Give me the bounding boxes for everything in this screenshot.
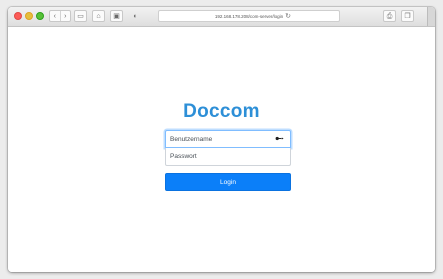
- back-button[interactable]: ‹: [50, 11, 60, 21]
- forward-button[interactable]: ›: [59, 11, 71, 21]
- extension-button[interactable]: ▣: [110, 10, 123, 22]
- home-icon: ⌂: [96, 12, 101, 20]
- reload-icon[interactable]: ↻: [285, 12, 291, 20]
- home-button[interactable]: ⌂: [92, 10, 105, 22]
- tab-overview-button[interactable]: ❐: [401, 10, 414, 22]
- back-forward-buttons: ‹ ›: [49, 10, 71, 22]
- address-bar[interactable]: 192.168.178.208/com-server/login ↻: [158, 10, 340, 22]
- url-text: 192.168.178.208/com-server/login: [214, 13, 284, 19]
- login-button[interactable]: Login: [165, 173, 291, 191]
- password-manager-icon: [275, 136, 284, 141]
- username-placeholder: Benutzername: [170, 135, 213, 143]
- password-placeholder: Passwort: [170, 153, 197, 160]
- toolbar-resize-handle[interactable]: [427, 7, 435, 26]
- login-page: Doccom Benutzername Passwort Login: [8, 27, 435, 272]
- share-button[interactable]: ⎙: [383, 10, 396, 22]
- close-window-button[interactable]: [14, 12, 22, 20]
- minimize-window-button[interactable]: [25, 12, 33, 20]
- chevron-right-icon: ›: [64, 12, 67, 20]
- username-field[interactable]: Benutzername: [165, 130, 291, 148]
- extension-icon: ▣: [113, 12, 120, 20]
- password-field[interactable]: Passwort: [165, 148, 291, 166]
- sidebar-button[interactable]: ▭: [74, 10, 87, 22]
- sidebar-icon: ▭: [77, 12, 84, 20]
- tabs-icon: ❐: [404, 12, 411, 20]
- browser-toolbar: ‹ › ▭ ⌂ ▣ ◐ 192.168.178.208/com-server/l…: [8, 7, 435, 27]
- page-title: Doccom: [183, 101, 260, 122]
- privacy-icon: ◐: [133, 12, 138, 20]
- chevron-left-icon: ‹: [53, 12, 56, 20]
- share-icon: ⎙: [386, 12, 393, 20]
- privacy-report-button[interactable]: ◐: [129, 10, 142, 22]
- key-icon[interactable]: [275, 135, 284, 144]
- zoom-window-button[interactable]: [36, 12, 44, 20]
- browser-window: ‹ › ▭ ⌂ ▣ ◐ 192.168.178.208/com-server/l…: [8, 7, 435, 272]
